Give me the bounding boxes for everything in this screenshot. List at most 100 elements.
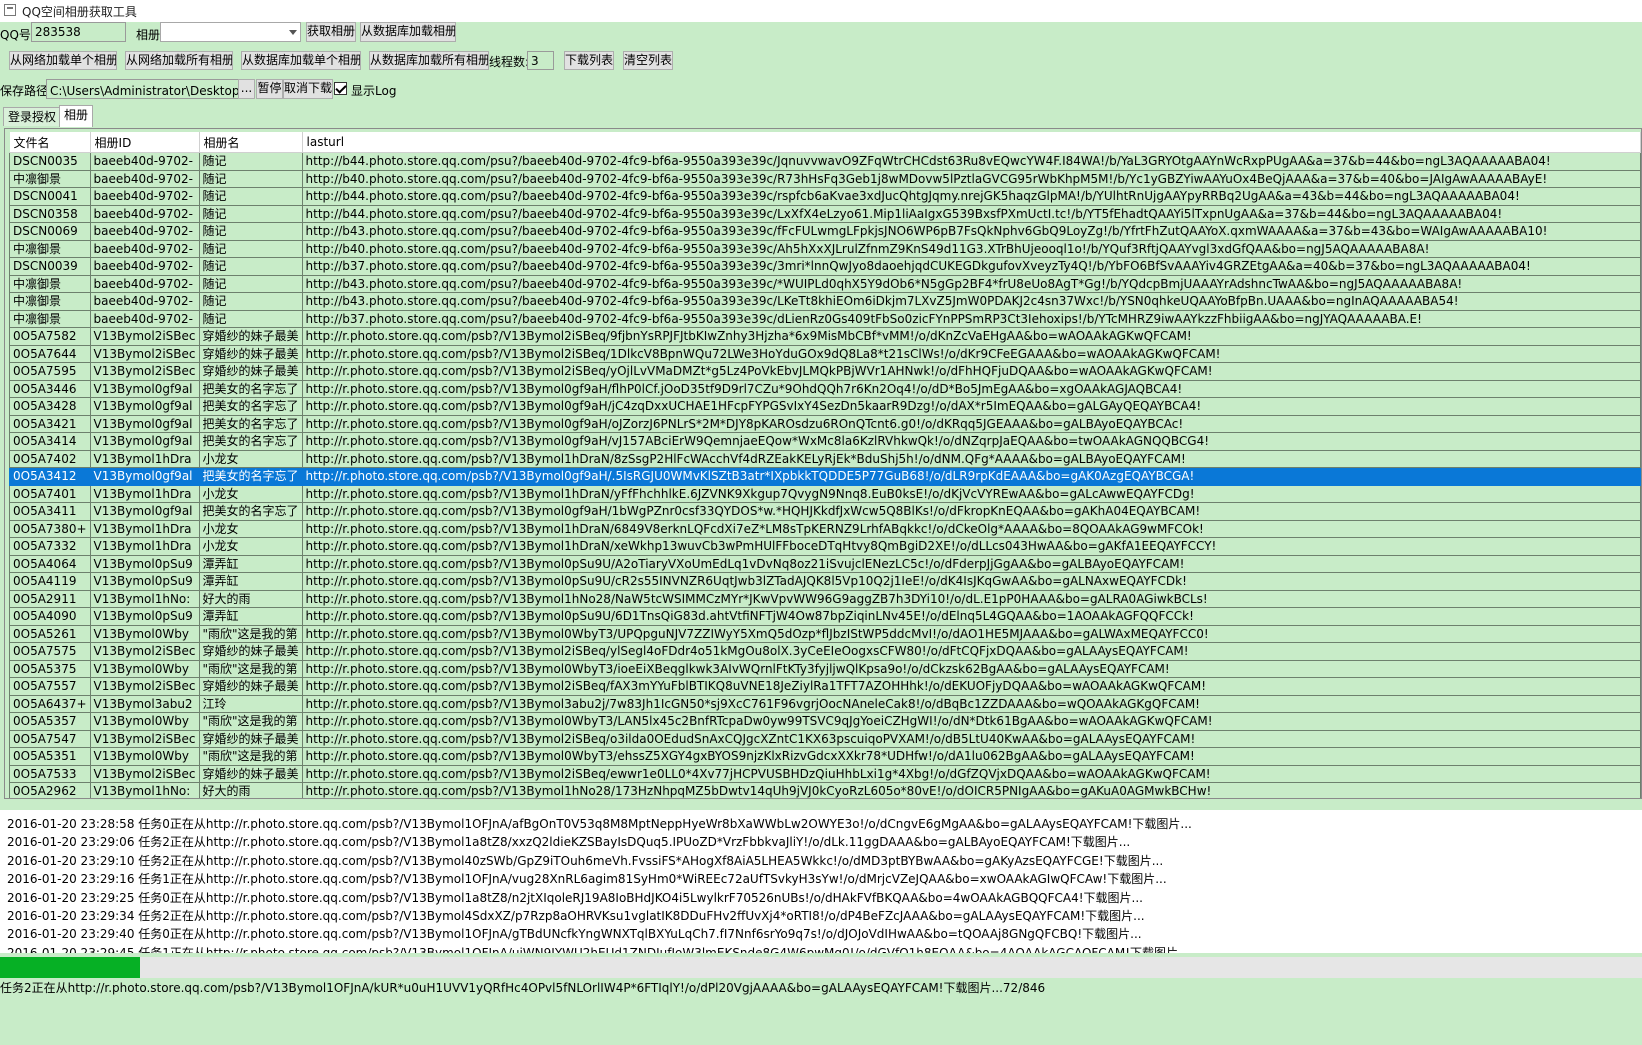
cell-lasturl[interactable]: http://b43.photo.store.qq.com/psu?/baeeb… bbox=[301, 292, 1641, 311]
cell-album-id[interactable]: baeeb40d-9702- bbox=[89, 309, 200, 328]
cell-album-name[interactable]: 把美女的名字忘了 bbox=[198, 379, 303, 398]
cell-album-id[interactable]: V13Bymol0Wby bbox=[89, 747, 200, 766]
cell-lasturl[interactable]: http://b40.photo.store.qq.com/psu?/baeeb… bbox=[301, 169, 1641, 188]
cell-lasturl[interactable]: http://b43.photo.store.qq.com/psu?/baeeb… bbox=[301, 274, 1641, 293]
cell-album-id[interactable]: V13Bymol1hNo: bbox=[89, 589, 200, 608]
cell-album-name[interactable]: 穿婚纱的妹子最美 bbox=[198, 729, 303, 748]
clear-list-button[interactable]: 清空列表 bbox=[623, 51, 673, 70]
cell-filename[interactable]: 中凛御景 bbox=[9, 239, 91, 258]
table-row[interactable]: 0O5A4090 V13Bymol0pSu9 潭弄缸 http://r.photo.s… bbox=[9, 607, 1641, 626]
cell-lasturl[interactable]: http://b43.photo.store.qq.com/psu?/baeeb… bbox=[301, 222, 1641, 241]
tab-login-auth[interactable]: 登录授权 bbox=[3, 107, 62, 126]
cell-album-name[interactable]: 随记 bbox=[198, 187, 303, 206]
cell-album-name[interactable]: 穿婚纱的妹子最美 bbox=[198, 764, 303, 783]
cell-album-id[interactable]: V13Bymol1hDra bbox=[89, 484, 200, 503]
table-row[interactable]: DSCN0039 baeeb40d-9702- 随记 http://b37.photo… bbox=[9, 257, 1641, 276]
load-single-album-web-button[interactable]: 从网络加载单个相册 bbox=[9, 51, 117, 70]
cell-album-id[interactable]: baeeb40d-9702- bbox=[89, 169, 200, 188]
cell-album-id[interactable]: V13Bymol1hNo: bbox=[89, 782, 200, 798]
thread-count-input[interactable]: 3 bbox=[527, 51, 554, 70]
cell-album-name[interactable]: 江玲 bbox=[198, 694, 303, 713]
column-header-lasturl[interactable]: lasturl bbox=[302, 132, 1641, 153]
cell-lasturl[interactable]: http://r.photo.store.qq.com/psb?/V13Bymo… bbox=[301, 414, 1641, 433]
cell-album-name[interactable]: 随记 bbox=[198, 239, 303, 258]
cell-filename[interactable]: 0O5A3414 bbox=[9, 432, 91, 451]
cell-lasturl[interactable]: http://r.photo.store.qq.com/psb?/V13Bymo… bbox=[301, 642, 1641, 661]
table-row[interactable]: 0O5A7402 V13Bymol1hDra 小龙女 http://r.photo.s… bbox=[9, 449, 1641, 468]
table-row[interactable]: 0O5A6437+ V13Bymol3abu2 江玲 http://r.photo.s… bbox=[9, 694, 1641, 713]
cell-filename[interactable]: 0O5A4119 bbox=[9, 572, 91, 591]
table-row[interactable]: 0O5A4119 V13Bymol0pSu9 潭弄缸 http://r.photo.s… bbox=[9, 572, 1641, 591]
cell-album-name[interactable]: 随记 bbox=[198, 292, 303, 311]
cell-album-id[interactable]: V13Bymol0gf9al bbox=[89, 379, 200, 398]
log-panel[interactable]: 2016-01-20 23:28:58 任务0正在从http://r.photo… bbox=[0, 810, 1642, 953]
table-row[interactable]: 0O5A4064 V13Bymol0pSu9 潭弄缸 http://r.photo.s… bbox=[9, 554, 1641, 573]
cell-album-name[interactable]: 随记 bbox=[198, 152, 303, 171]
cell-lasturl[interactable]: http://r.photo.store.qq.com/psb?/V13Bymo… bbox=[301, 537, 1641, 556]
cell-filename[interactable]: DSCN0069 bbox=[9, 222, 91, 241]
cell-lasturl[interactable]: http://b44.photo.store.qq.com/psu?/baeeb… bbox=[301, 187, 1641, 206]
cell-filename[interactable]: 0O5A3421 bbox=[9, 414, 91, 433]
cell-album-name[interactable]: 潭弄缸 bbox=[198, 554, 303, 573]
cell-lasturl[interactable]: http://r.photo.store.qq.com/psb?/V13Bymo… bbox=[301, 572, 1641, 591]
cell-lasturl[interactable]: http://r.photo.store.qq.com/psb?/V13Bymo… bbox=[301, 379, 1641, 398]
cell-album-id[interactable]: V13Bymol2iSBec bbox=[89, 362, 200, 381]
cell-album-name[interactable]: 小龙女 bbox=[198, 519, 303, 538]
cell-album-id[interactable]: V13Bymol0gf9al bbox=[89, 397, 200, 416]
cell-filename[interactable]: 0O5A7380+ bbox=[9, 519, 91, 538]
cell-album-name[interactable]: 把美女的名字忘了 bbox=[198, 397, 303, 416]
cell-album-name[interactable]: "雨欣"这是我的第 bbox=[198, 659, 303, 678]
table-row[interactable]: 0O5A7595 V13Bymol2iSBec 穿婚纱的妹子最美 http://r.p… bbox=[9, 362, 1641, 381]
cell-album-id[interactable]: V13Bymol0pSu9 bbox=[89, 572, 200, 591]
cell-album-name[interactable]: 随记 bbox=[198, 257, 303, 276]
cell-album-id[interactable]: V13Bymol2iSBec bbox=[89, 344, 200, 363]
cell-lasturl[interactable]: http://r.photo.store.qq.com/psb?/V13Bymo… bbox=[301, 764, 1641, 783]
cell-album-id[interactable]: V13Bymol0gf9al bbox=[89, 414, 200, 433]
cell-album-name[interactable]: 小龙女 bbox=[198, 449, 303, 468]
cell-lasturl[interactable]: http://r.photo.store.qq.com/psb?/V13Bymo… bbox=[301, 659, 1641, 678]
cell-filename[interactable]: DSCN0035 bbox=[9, 152, 91, 171]
cell-album-id[interactable]: V13Bymol1hDra bbox=[89, 519, 200, 538]
cell-lasturl[interactable]: http://r.photo.store.qq.com/psb?/V13Bymo… bbox=[301, 519, 1641, 538]
cell-filename[interactable]: 0O5A2962 bbox=[9, 782, 91, 798]
table-row[interactable]: 0O5A3414 V13Bymol0gf9al 把美女的名字忘了 http://r.p… bbox=[9, 432, 1641, 451]
column-header-filename[interactable]: 文件名 bbox=[9, 132, 91, 153]
cell-album-name[interactable]: 随记 bbox=[198, 309, 303, 328]
cell-album-id[interactable]: V13Bymol1hDra bbox=[89, 449, 200, 468]
cancel-download-button[interactable]: 取消下载 bbox=[283, 79, 333, 99]
table-row[interactable]: 0O5A3428 V13Bymol0gf9al 把美女的名字忘了 http://r.p… bbox=[9, 397, 1641, 416]
download-list-button[interactable]: 下载列表 bbox=[564, 51, 614, 70]
table-row[interactable]: 0O5A5351 V13Bymol0Wby "雨欣"这是我的第 http://r.ph… bbox=[9, 747, 1641, 766]
table-row[interactable]: 中凛御景 baeeb40d-9702- 随记 http://b43.photo.sto… bbox=[9, 274, 1641, 293]
cell-album-name[interactable]: 穿婚纱的妹子最美 bbox=[198, 327, 303, 346]
browse-button[interactable]: ... bbox=[238, 79, 255, 99]
cell-album-id[interactable]: baeeb40d-9702- bbox=[89, 204, 200, 223]
album-select[interactable] bbox=[160, 22, 301, 42]
column-header-album-name[interactable]: 相册名 bbox=[199, 132, 303, 153]
cell-album-name[interactable]: 潭弄缸 bbox=[198, 572, 303, 591]
cell-lasturl[interactable]: http://r.photo.store.qq.com/psb?/V13Bymo… bbox=[301, 747, 1641, 766]
table-row[interactable]: 0O5A3421 V13Bymol0gf9al 把美女的名字忘了 http://r.p… bbox=[9, 414, 1641, 433]
cell-filename[interactable]: 0O5A3411 bbox=[9, 502, 91, 521]
cell-album-id[interactable]: V13Bymol2iSBec bbox=[89, 327, 200, 346]
cell-filename[interactable]: 0O5A5357 bbox=[9, 712, 91, 731]
cell-album-id[interactable]: baeeb40d-9702- bbox=[89, 292, 200, 311]
cell-album-name[interactable]: 把美女的名字忘了 bbox=[198, 502, 303, 521]
cell-filename[interactable]: 0O5A7557 bbox=[9, 677, 91, 696]
cell-filename[interactable]: 0O5A2911 bbox=[9, 589, 91, 608]
cell-filename[interactable]: 0O5A7332 bbox=[9, 537, 91, 556]
cell-album-name[interactable]: 穿婚纱的妹子最美 bbox=[198, 344, 303, 363]
cell-album-name[interactable]: "雨欣"这是我的第 bbox=[198, 712, 303, 731]
cell-album-id[interactable]: V13Bymol0gf9al bbox=[89, 467, 200, 486]
cell-filename[interactable]: 0O5A7402 bbox=[9, 449, 91, 468]
cell-lasturl[interactable]: http://r.photo.store.qq.com/psb?/V13Bymo… bbox=[301, 607, 1641, 626]
table-row[interactable]: 0O5A7557 V13Bymol2iSBec 穿婚纱的妹子最美 http://r.p… bbox=[9, 677, 1641, 696]
get-albums-button[interactable]: 获取相册 bbox=[306, 22, 356, 42]
cell-album-id[interactable]: V13Bymol0gf9al bbox=[89, 502, 200, 521]
cell-filename[interactable]: 0O5A7575 bbox=[9, 642, 91, 661]
cell-filename[interactable]: 0O5A5375 bbox=[9, 659, 91, 678]
cell-album-name[interactable]: 随记 bbox=[198, 204, 303, 223]
cell-album-name[interactable]: 穿婚纱的妹子最美 bbox=[198, 642, 303, 661]
cell-lasturl[interactable]: http://b37.photo.store.qq.com/psu?/baeeb… bbox=[301, 257, 1641, 276]
cell-filename[interactable]: 中凛御景 bbox=[9, 274, 91, 293]
